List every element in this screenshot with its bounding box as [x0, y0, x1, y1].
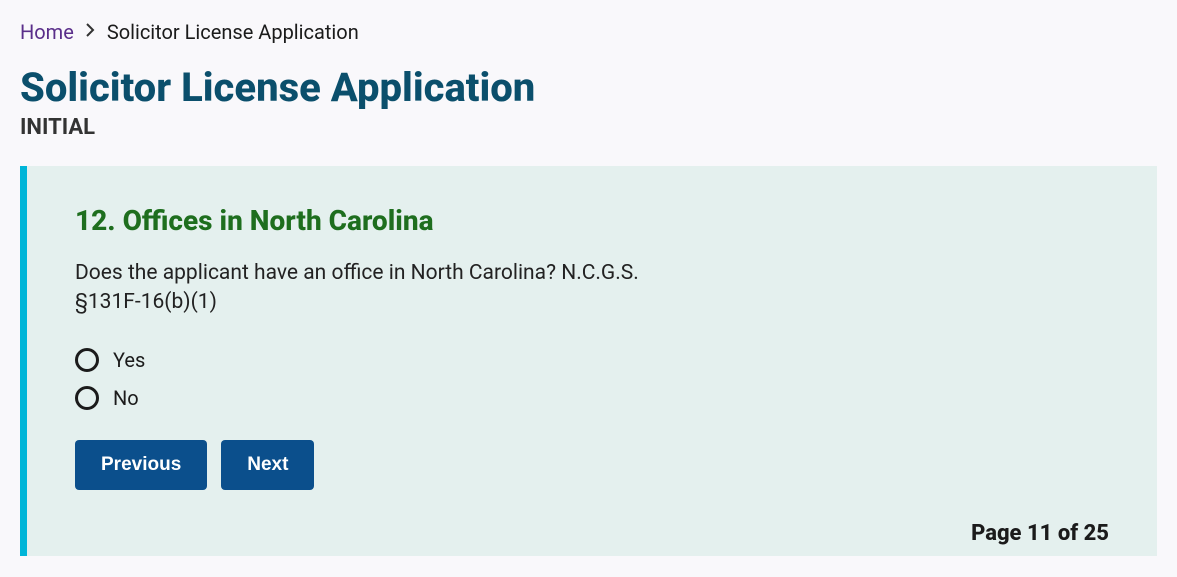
breadcrumb-home-link[interactable]: Home — [20, 20, 74, 44]
radio-group: Yes No — [75, 348, 1109, 410]
previous-button[interactable]: Previous — [75, 440, 207, 490]
button-row: Previous Next — [75, 440, 1109, 490]
radio-label: No — [113, 386, 139, 410]
radio-option-yes[interactable]: Yes — [75, 348, 1109, 372]
page-indicator: Page 11 of 25 — [971, 521, 1109, 546]
radio-label: Yes — [113, 348, 145, 372]
chevron-right-icon — [86, 22, 95, 41]
radio-circle-icon — [75, 348, 99, 372]
form-panel: 12. Offices in North Carolina Does the a… — [20, 166, 1157, 556]
section-heading: 12. Offices in North Carolina — [75, 204, 1109, 237]
radio-circle-icon — [75, 386, 99, 410]
radio-option-no[interactable]: No — [75, 386, 1109, 410]
breadcrumb-current: Solicitor License Application — [107, 20, 359, 44]
page-title: Solicitor License Application — [20, 64, 1157, 111]
question-text: Does the applicant have an office in Nor… — [75, 259, 695, 318]
next-button[interactable]: Next — [221, 440, 314, 490]
page-subtitle: INITIAL — [20, 115, 1157, 140]
breadcrumb: Home Solicitor License Application — [20, 20, 1157, 44]
